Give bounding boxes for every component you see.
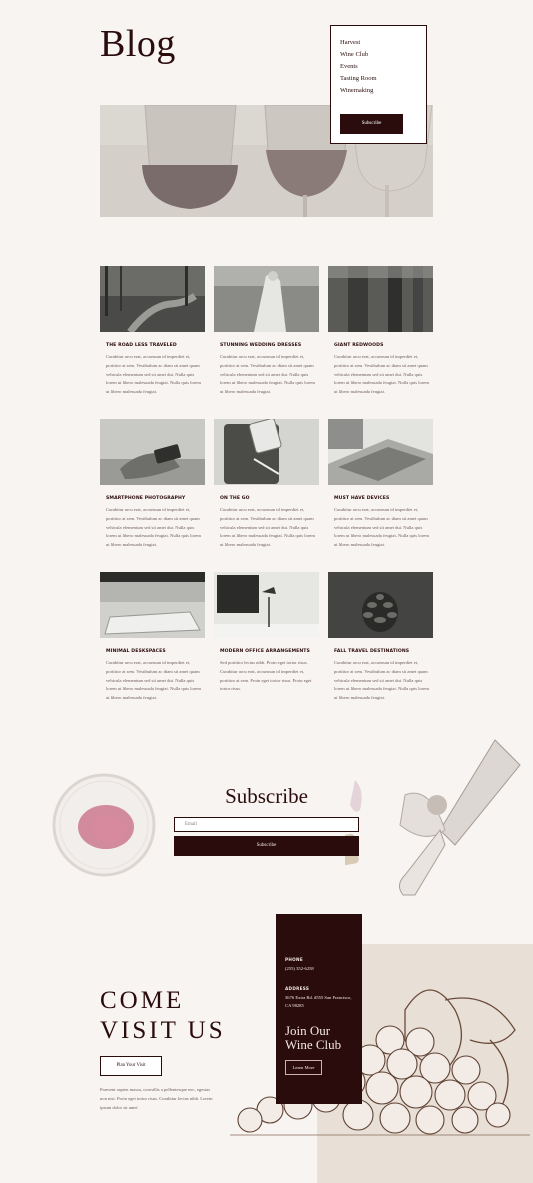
post-excerpt: Curabitur arcu erat, accumsan id imperdi…: [106, 660, 201, 701]
blog-card[interactable]: ON THE GO Curabitur arcu erat, accumsan …: [214, 419, 319, 550]
phone-number[interactable]: (255) 352-6258: [285, 965, 355, 973]
subscribe-button[interactable]: Subscribe: [174, 836, 359, 856]
post-image[interactable]: [100, 572, 205, 638]
nav-menu: Harvest Wine Club Events Tasting Room Wi…: [331, 26, 426, 97]
visit-heading-line2: VISIT US: [100, 1017, 226, 1044]
post-excerpt: Curabitur arcu erat, accumsan id imperdi…: [334, 507, 429, 548]
subscribe-title: Subscribe: [225, 784, 308, 808]
join-club-heading: Join Our Wine Club: [285, 1024, 341, 1052]
address-text: 3676 Extra Rd. #555 San Francisco, CA 98…: [285, 995, 352, 1008]
blog-card[interactable]: STUNNING WEDDING DRESSES Curabitur arcu …: [214, 266, 319, 397]
post-excerpt: Curabitur arcu erat, accumsan id imperdi…: [334, 660, 429, 701]
post-title[interactable]: MUST HAVE DEVICES: [334, 496, 433, 501]
plan-visit-button[interactable]: Plan Your Visit: [100, 1056, 162, 1076]
post-image[interactable]: [214, 266, 319, 332]
menu-box: Harvest Wine Club Events Tasting Room Wi…: [330, 25, 427, 144]
menu-item-harvest[interactable]: Harvest: [340, 37, 426, 49]
blog-card[interactable]: MINIMAL DESKSPACES Curabitur arcu erat, …: [100, 572, 205, 703]
join-line1: Join Our: [285, 1023, 331, 1038]
post-title[interactable]: STUNNING WEDDING DRESSES: [220, 343, 319, 348]
wine-glass-decoration: [48, 773, 160, 882]
post-excerpt: Curabitur arcu erat, accumsan id imperdi…: [106, 507, 201, 548]
post-image[interactable]: [100, 419, 205, 485]
post-title[interactable]: FALL TRAVEL DESTINATIONS: [334, 649, 433, 654]
grapes-illustration: [230, 980, 530, 1144]
post-excerpt: Curabitur arcu erat, accumsan id imperdi…: [220, 507, 315, 548]
corkscrew-decoration: [333, 735, 533, 914]
post-image[interactable]: [214, 572, 319, 638]
join-line2: Wine Club: [285, 1037, 342, 1052]
blog-card[interactable]: MUST HAVE DEVICES Curabitur arcu erat, a…: [328, 419, 433, 550]
menu-subscribe-button[interactable]: Subscribe: [340, 114, 403, 134]
post-excerpt: Curabitur arcu erat, accumsan id imperdi…: [220, 354, 315, 395]
post-title[interactable]: MODERN OFFICE ARRANGEMENTS: [220, 649, 319, 654]
blog-card[interactable]: MODERN OFFICE ARRANGEMENTS Sed porttitor…: [214, 572, 319, 694]
post-image[interactable]: [328, 572, 433, 638]
blog-card[interactable]: THE ROAD LESS TRAVELED Curabitur arcu er…: [100, 266, 205, 397]
email-field[interactable]: Email: [174, 817, 359, 832]
post-image[interactable]: [100, 266, 205, 332]
blog-card[interactable]: GIANT REDWOODS Curabitur arcu erat, accu…: [328, 266, 433, 397]
visit-heading-line1: COME: [100, 987, 185, 1014]
blog-card[interactable]: FALL TRAVEL DESTINATIONS Curabitur arcu …: [328, 572, 433, 703]
post-image[interactable]: [328, 266, 433, 332]
visit-text: Praesent sapien massa, convallis a pelle…: [100, 1087, 213, 1110]
wine-club-card: PHONE (255) 352-6258 ADDRESS 3676 Extra …: [276, 914, 362, 1104]
post-title[interactable]: THE ROAD LESS TRAVELED: [106, 343, 205, 348]
address-label: ADDRESS: [285, 986, 310, 991]
post-image[interactable]: [328, 419, 433, 485]
menu-item-winemaking[interactable]: Winemaking: [340, 85, 426, 97]
post-title[interactable]: ON THE GO: [220, 496, 319, 501]
menu-item-tasting-room[interactable]: Tasting Room: [340, 73, 426, 85]
post-image[interactable]: [214, 419, 319, 485]
post-title[interactable]: GIANT REDWOODS: [334, 343, 433, 348]
visit-heading: COME VISIT US: [100, 986, 226, 1046]
post-excerpt: Sed porttitor lectus nibh. Proin eget to…: [220, 660, 312, 692]
post-title[interactable]: SMARTPHONE PHOTOGRAPHY: [106, 496, 205, 501]
post-title[interactable]: MINIMAL DESKSPACES: [106, 649, 205, 654]
post-excerpt: Curabitur arcu erat, accumsan id imperdi…: [106, 354, 201, 395]
blog-card[interactable]: SMARTPHONE PHOTOGRAPHY Curabitur arcu er…: [100, 419, 205, 550]
menu-item-wine-club[interactable]: Wine Club: [340, 49, 426, 61]
post-excerpt: Curabitur arcu erat, accumsan id imperdi…: [334, 354, 429, 395]
menu-item-events[interactable]: Events: [340, 61, 426, 73]
phone-label: PHONE: [285, 957, 303, 962]
learn-more-button[interactable]: Learn More: [285, 1060, 322, 1075]
page-title: Blog: [100, 23, 176, 65]
